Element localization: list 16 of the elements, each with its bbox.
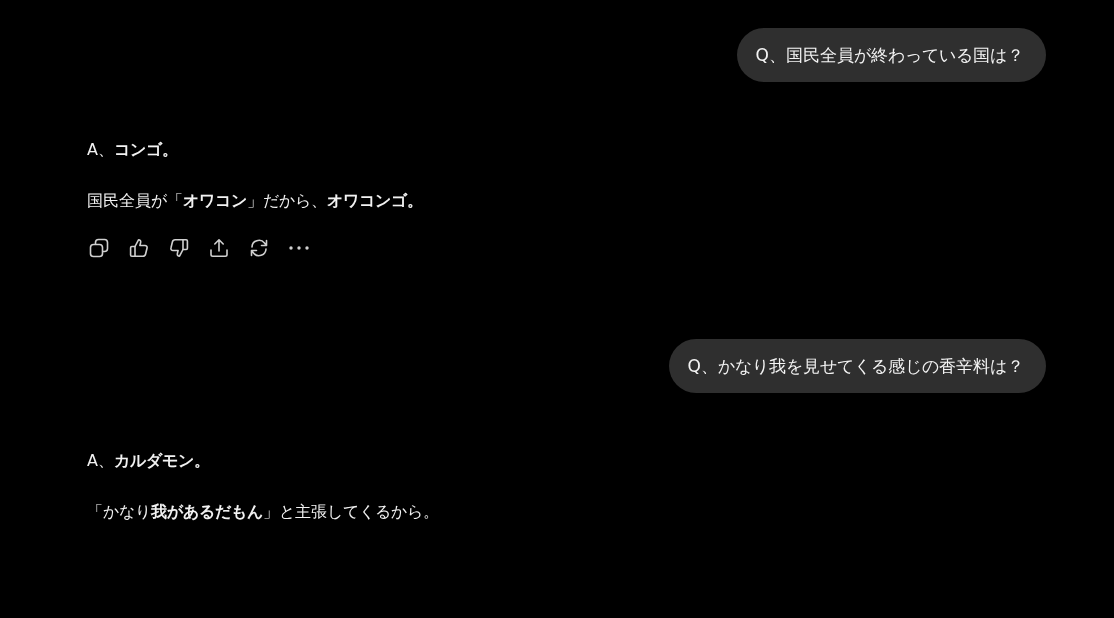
share-icon bbox=[209, 238, 229, 258]
copy-button[interactable] bbox=[87, 236, 111, 260]
answer-text: 「かなり我があるだもん」と主張してくるから。 bbox=[87, 501, 440, 523]
question-bubble: Q、国民全員が終わっている国は？ bbox=[736, 28, 1046, 82]
copy-icon bbox=[89, 238, 109, 258]
answer-text: A、カルダモン。 bbox=[87, 450, 211, 472]
thumbs-down-icon bbox=[169, 238, 189, 258]
answer-text: 国民全員が「オワコン」だから、オワコンゴ。 bbox=[87, 190, 424, 212]
more-icon bbox=[289, 246, 309, 250]
dislike-button[interactable] bbox=[167, 236, 191, 260]
like-button[interactable] bbox=[127, 236, 151, 260]
share-button[interactable] bbox=[207, 236, 231, 260]
answer-text: A、コンゴ。 bbox=[87, 139, 179, 161]
question-bubble: Q、かなり我を見せてくる感じの香辛料は？ bbox=[668, 339, 1046, 393]
thumbs-up-icon bbox=[129, 238, 149, 258]
refresh-icon bbox=[249, 238, 269, 258]
